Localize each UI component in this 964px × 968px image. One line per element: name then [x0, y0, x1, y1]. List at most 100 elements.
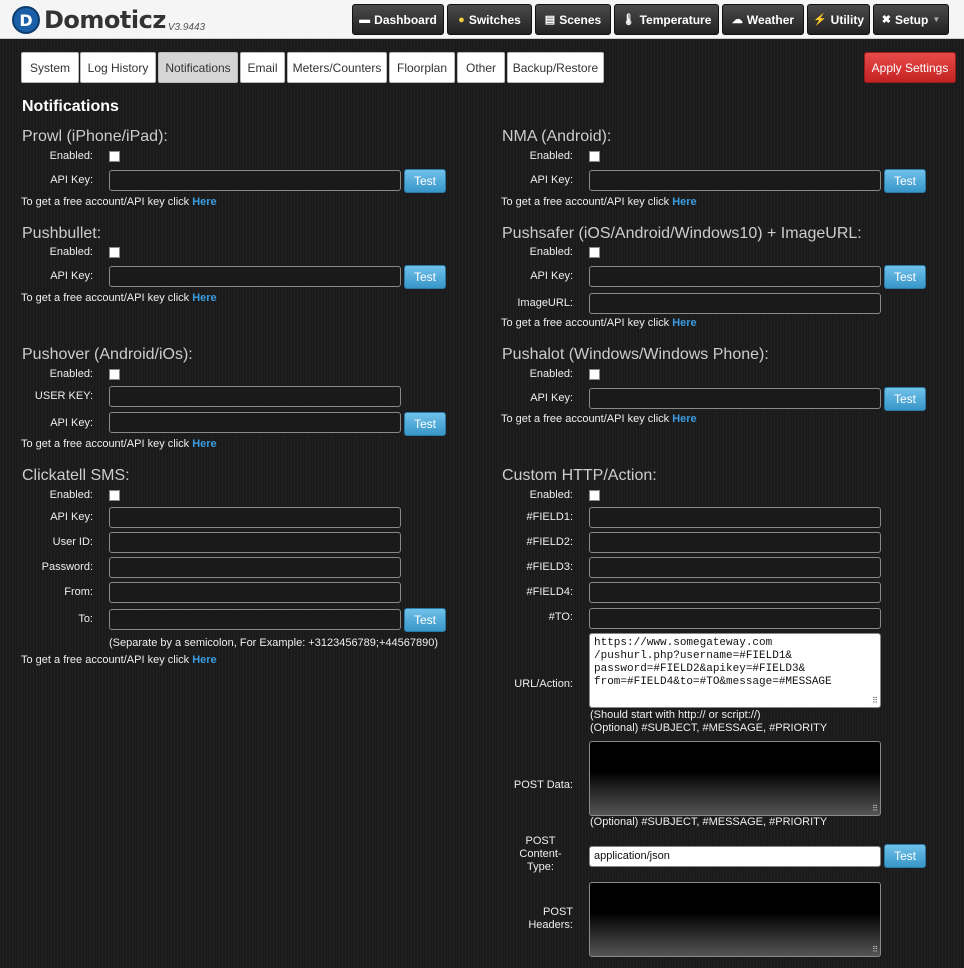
prowl-here-link[interactable]: Here	[192, 196, 216, 208]
pushalot-api-key-label: API Key:	[530, 392, 573, 404]
pushalot-enabled-label: Enabled:	[529, 368, 573, 380]
nma-test-button[interactable]: Test	[884, 169, 926, 193]
pushbullet-free-account-text: To get a free account/API key click Here	[21, 292, 217, 304]
clickatell-to-label: To:	[78, 613, 93, 625]
pushover-enabled-checkbox[interactable]	[109, 369, 120, 380]
pushalot-api-key-input[interactable]	[589, 388, 881, 409]
pushalot-here-link[interactable]: Here	[672, 413, 696, 425]
nav-switches[interactable]: ● Switches	[447, 4, 532, 35]
tab-log-history[interactable]: Log History	[80, 52, 156, 83]
prowl-test-button[interactable]: Test	[404, 169, 446, 193]
pushalot-enabled-checkbox[interactable]	[589, 369, 600, 380]
prowl-enabled-checkbox[interactable]	[109, 151, 120, 162]
to-label: #TO:	[548, 611, 573, 623]
resize-grip-icon[interactable]: ⠿	[872, 698, 878, 706]
tab-backup-restore[interactable]: Backup/Restore	[507, 52, 604, 83]
app-logo[interactable]: D Domoticz V3.9443	[12, 5, 205, 35]
pushbullet-enabled-checkbox[interactable]	[109, 247, 120, 258]
nav-switches-label: Switches	[468, 12, 521, 27]
tools-icon: ✖	[881, 14, 891, 26]
field4-label: #FIELD4:	[526, 586, 573, 598]
clickatell-user-id-input[interactable]	[109, 532, 401, 553]
nma-enabled-checkbox[interactable]	[589, 151, 600, 162]
content-type-label-line1: POST	[525, 835, 556, 847]
prowl-api-key-input[interactable]	[109, 170, 401, 191]
nav-dashboard[interactable]: ▬ Dashboard	[352, 4, 444, 35]
custom-http-test-button[interactable]: Test	[884, 844, 926, 868]
clickatell-from-input[interactable]	[109, 582, 401, 603]
nma-here-link[interactable]: Here	[672, 196, 696, 208]
clickatell-password-input[interactable]	[109, 557, 401, 578]
pushsafer-enabled-checkbox[interactable]	[589, 247, 600, 258]
pushover-api-key-input[interactable]	[109, 412, 401, 433]
pushsafer-test-button[interactable]: Test	[884, 265, 926, 289]
nma-api-key-label: API Key:	[530, 174, 573, 186]
clickatell-here-link[interactable]: Here	[192, 654, 216, 666]
nma-free-text: To get a free account/API key click	[501, 196, 670, 208]
pushbullet-api-key-input[interactable]	[109, 266, 401, 287]
utility-icon: ⚡	[812, 14, 827, 26]
resize-grip-icon[interactable]: ⠿	[872, 806, 878, 814]
field4-input[interactable]	[589, 582, 881, 603]
pushbullet-title: Pushbullet:	[22, 225, 102, 242]
clickatell-free-text: To get a free account/API key click	[21, 654, 190, 666]
to-input[interactable]	[589, 608, 881, 629]
tab-email[interactable]: Email	[240, 52, 285, 83]
post-headers-label-line2: Headers:	[528, 919, 573, 931]
field1-input[interactable]	[589, 507, 881, 528]
nav-scenes[interactable]: ▤ Scenes	[535, 4, 611, 35]
pushbullet-test-button[interactable]: Test	[404, 265, 446, 289]
clickatell-test-button[interactable]: Test	[404, 608, 446, 632]
clickatell-to-hint: (Separate by a semicolon, For Example: +…	[109, 637, 438, 649]
url-hint-start: (Should start with http:// or script://)	[590, 709, 761, 721]
pushover-test-button[interactable]: Test	[404, 412, 446, 436]
nav-setup[interactable]: ✖ Setup ▼	[873, 4, 949, 35]
url-hint-optional: (Optional) #SUBJECT, #MESSAGE, #PRIORITY	[590, 722, 828, 734]
nma-free-account-text: To get a free account/API key click Here	[501, 196, 697, 208]
pushbullet-enabled-label: Enabled:	[49, 246, 93, 258]
pushsafer-here-link[interactable]: Here	[672, 317, 696, 329]
pushsafer-api-key-input[interactable]	[589, 266, 881, 287]
clickatell-password-label: Password:	[41, 561, 93, 573]
cloud-icon: ☁	[731, 14, 743, 26]
resize-grip-icon[interactable]: ⠿	[872, 947, 878, 955]
tab-system[interactable]: System	[21, 52, 79, 83]
clickatell-api-key-input[interactable]	[109, 507, 401, 528]
clickatell-api-key-label: API Key:	[50, 511, 93, 523]
url-action-textarea[interactable]: https://www.somegateway.com /pushurl.php…	[589, 633, 881, 708]
field3-input[interactable]	[589, 557, 881, 578]
tab-notifications[interactable]: Notifications	[158, 52, 238, 83]
nav-temperature[interactable]: 🌡︎ Temperature	[614, 4, 719, 35]
tab-meters-counters[interactable]: Meters/Counters	[287, 52, 387, 83]
nav-setup-label: Setup	[894, 12, 929, 27]
bulb-icon: ●	[458, 13, 465, 26]
pushover-user-key-label: USER KEY:	[34, 390, 93, 402]
pushsafer-image-url-input[interactable]	[589, 293, 881, 314]
pushsafer-free-account-text: To get a free account/API key click Here	[501, 317, 697, 329]
pushalot-test-button[interactable]: Test	[884, 387, 926, 411]
url-action-label: URL/Action:	[514, 678, 573, 690]
content-type-input[interactable]: application/json	[589, 846, 881, 867]
pushbullet-here-link[interactable]: Here	[192, 292, 216, 304]
custom-http-title: Custom HTTP/Action:	[502, 467, 657, 484]
field2-input[interactable]	[589, 532, 881, 553]
post-headers-label: POST Headers:	[500, 906, 573, 932]
apply-settings-button[interactable]: Apply Settings	[864, 52, 956, 83]
tab-floorplan[interactable]: Floorplan	[389, 52, 455, 83]
custom-http-enabled-checkbox[interactable]	[589, 490, 600, 501]
clickatell-to-input[interactable]	[109, 609, 401, 630]
post-data-textarea[interactable]: ⠿	[589, 741, 881, 816]
tab-other[interactable]: Other	[457, 52, 505, 83]
post-headers-textarea[interactable]: ⠿	[589, 882, 881, 957]
pushover-user-key-input[interactable]	[109, 386, 401, 407]
thermometer-icon: 🌡︎	[621, 14, 636, 26]
nav-weather[interactable]: ☁ Weather	[722, 4, 804, 35]
clickatell-enabled-checkbox[interactable]	[109, 490, 120, 501]
nma-api-key-input[interactable]	[589, 170, 881, 191]
pushover-here-link[interactable]: Here	[192, 438, 216, 450]
content-type-label-line3: Type:	[527, 861, 554, 873]
post-hint-optional: (Optional) #SUBJECT, #MESSAGE, #PRIORITY	[590, 816, 828, 828]
prowl-free-account-text: To get a free account/API key click Here	[21, 196, 217, 208]
nav-utility[interactable]: ⚡ Utility	[807, 4, 870, 35]
prowl-title: Prowl (iPhone/iPad):	[22, 128, 168, 145]
